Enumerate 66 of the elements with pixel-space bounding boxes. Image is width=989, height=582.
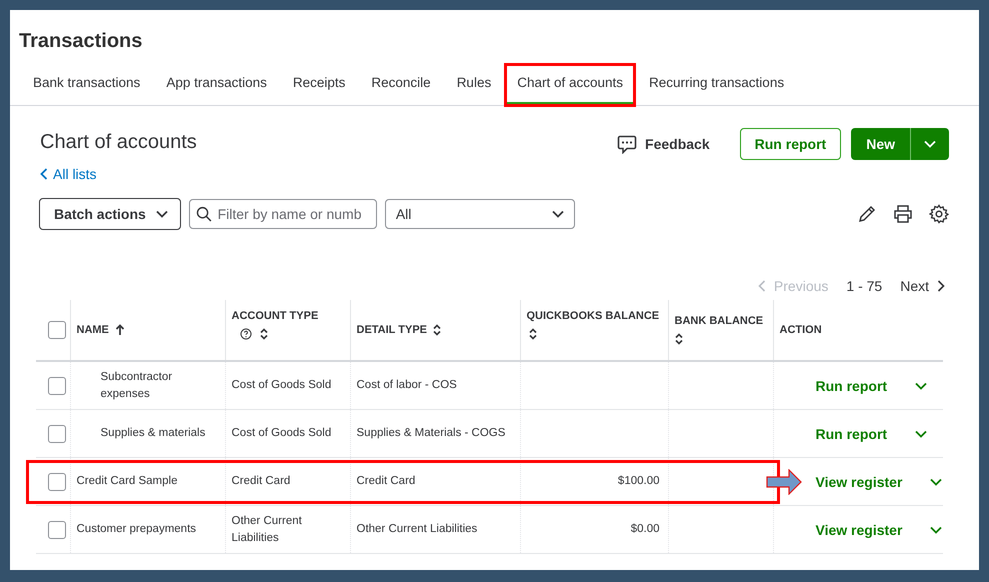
- tab[interactable]: Rules: [444, 75, 504, 105]
- table-cell: Cost of Goods Sold: [232, 379, 332, 391]
- checkbox[interactable]: [48, 472, 66, 490]
- chevron-down-icon: [924, 140, 936, 148]
- feedback-button[interactable]: Feedback: [611, 134, 716, 154]
- chevron-down-icon: [156, 210, 168, 218]
- column-header[interactable]: BANK BALANCE: [674, 315, 764, 327]
- tab[interactable]: Recurring transactions: [636, 75, 798, 105]
- table-cell: Credit Card: [232, 475, 290, 487]
- search-field[interactable]: Filter by name or numb: [188, 199, 377, 229]
- pencil-icon[interactable]: [857, 204, 877, 224]
- next-button[interactable]: Next: [900, 278, 945, 294]
- column-header[interactable]: NAME: [76, 324, 109, 336]
- action-link[interactable]: Run report: [816, 426, 888, 442]
- checkbox[interactable]: [48, 520, 66, 538]
- tab[interactable]: Bank transactions: [20, 75, 154, 105]
- run-report-button[interactable]: Run report: [740, 128, 842, 160]
- chevron-down-icon[interactable]: [930, 478, 942, 486]
- sort-ascending-icon[interactable]: [114, 324, 125, 336]
- search-icon[interactable]: [196, 205, 212, 223]
- sort-icon[interactable]: [674, 333, 682, 345]
- table-cell: Cost of Goods Sold: [232, 427, 332, 439]
- batch-actions-dropdown[interactable]: Batch actions: [39, 198, 181, 230]
- table-cell: Cost of labor - COS: [356, 379, 457, 391]
- back-link[interactable]: All lists: [40, 166, 612, 182]
- speech-bubble-icon[interactable]: [617, 134, 638, 154]
- sort-icon[interactable]: [433, 324, 441, 336]
- chevron-down-icon[interactable]: [915, 382, 928, 390]
- table-cell: Customer prepayments: [76, 523, 196, 535]
- table-cell: Other Current Liabilities: [356, 523, 478, 535]
- printer-icon[interactable]: [893, 204, 913, 224]
- tab[interactable]: Receipts: [280, 75, 358, 105]
- table-cell: Supplies & Materials - COGS: [356, 427, 506, 439]
- settings-icon[interactable]: [929, 204, 949, 224]
- table-cell: Credit Card: [356, 475, 416, 487]
- help-icon[interactable]: [240, 328, 252, 340]
- sort-icon[interactable]: [260, 328, 268, 340]
- tab[interactable]: Chart of accounts: [504, 75, 636, 105]
- column-header[interactable]: ACTION: [780, 324, 822, 336]
- action-link[interactable]: View register: [816, 474, 902, 490]
- page-range: 1 - 75: [846, 278, 882, 294]
- chevron-down-icon[interactable]: [930, 526, 942, 534]
- table-cell: Credit Card Sample: [76, 475, 178, 487]
- action-link[interactable]: Run report: [816, 378, 888, 394]
- chevron-left-icon[interactable]: [40, 168, 48, 180]
- chevron-down-icon[interactable]: [915, 430, 928, 438]
- checkbox[interactable]: [48, 424, 66, 442]
- table-cell: Subcontractor expenses: [100, 370, 172, 400]
- checkbox[interactable]: [48, 376, 66, 394]
- column-header[interactable]: ACCOUNT TYPE: [232, 310, 318, 322]
- page-heading: Chart of accounts: [40, 131, 198, 154]
- tab[interactable]: Reconcile: [358, 75, 444, 105]
- filter-dropdown[interactable]: All: [384, 199, 575, 229]
- tab[interactable]: App transactions: [153, 75, 280, 105]
- column-header[interactable]: DETAIL TYPE: [356, 324, 427, 336]
- table-cell: Other Current Liabilities: [232, 514, 302, 544]
- chevron-down-icon: [552, 210, 564, 218]
- sort-icon[interactable]: [528, 328, 536, 340]
- action-link[interactable]: View register: [816, 522, 902, 538]
- checkbox[interactable]: [48, 321, 66, 339]
- table-cell: $0.00: [630, 523, 660, 535]
- table-cell: Supplies & materials: [100, 427, 206, 439]
- column-header[interactable]: QUICKBOOKS BALANCE: [526, 310, 660, 322]
- page-title: Transactions: [18, 29, 144, 53]
- chevron-right-icon[interactable]: [937, 280, 945, 292]
- table-cell: $100.00: [618, 475, 660, 487]
